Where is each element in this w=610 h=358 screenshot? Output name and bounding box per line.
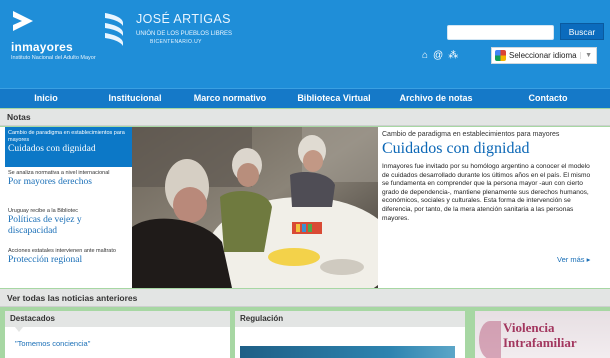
- news-item-kicker: Se analiza normativa a nivel internacion…: [8, 170, 110, 176]
- banner-figure-icon: [479, 321, 501, 358]
- banner-line-1: Violencia: [503, 320, 555, 335]
- language-select-label: Seleccionar idioma: [509, 51, 577, 60]
- feature-kicker: Cambio de paradigma en establecimientos …: [382, 131, 560, 138]
- violencia-intrafamiliar-banner[interactable]: Violencia Intrafamiliar: [475, 311, 610, 358]
- google-translate-icon: [495, 50, 506, 61]
- search-button[interactable]: Buscar: [560, 23, 604, 40]
- feature-photo[interactable]: [132, 127, 378, 288]
- page: inmayores Instituto Nacional del Adulto …: [0, 0, 610, 358]
- news-item-title[interactable]: Protección regional: [8, 255, 129, 266]
- language-select[interactable]: Seleccionar idioma ▼: [491, 47, 597, 64]
- news-item-kicker: Acciones estatales intervienen ante malt…: [8, 248, 116, 254]
- news-item[interactable]: Uruguay recibe a la Bibliotec Políticas …: [5, 205, 132, 245]
- news-item-kicker: Cambio de paradigma en establecimientos …: [8, 130, 125, 143]
- news-item-title[interactable]: Por mayores derechos: [8, 177, 129, 188]
- news-list: Cambio de paradigma en establecimientos …: [5, 127, 132, 288]
- at-icon[interactable]: @: [433, 51, 443, 61]
- chevron-down-icon: ▼: [580, 52, 596, 59]
- nav-biblioteca-virtual[interactable]: Biblioteca Virtual: [282, 89, 386, 108]
- regulacion-title-text: Regulación: [240, 314, 284, 323]
- nav-contacto[interactable]: Contacto: [486, 89, 610, 108]
- artigas-bicentenario: BICENTENARIO.UY: [150, 39, 202, 45]
- regulacion-image[interactable]: [240, 346, 455, 358]
- artigas-name: JOSÉ ARTIGAS: [136, 12, 231, 26]
- logo-subtitle: Instituto Nacional del Adulto Mayor: [11, 55, 96, 61]
- ver-mas-link[interactable]: Ver más ▸: [557, 255, 590, 264]
- news-item-kicker: Uruguay recibe a la Bibliotec: [8, 208, 79, 214]
- news-item-title[interactable]: Políticas de vejez y discapacidad: [8, 215, 129, 237]
- banner-line-2: Intrafamiliar: [503, 335, 577, 350]
- all-news-link[interactable]: Ver todas las noticias anteriores: [0, 289, 610, 307]
- destacados-item[interactable]: "Tomemos conciencia": [15, 339, 230, 348]
- artigas-tagline: UNIÓN DE LOS PUEBLOS LIBRES: [136, 31, 233, 37]
- header: inmayores Instituto Nacional del Adulto …: [0, 0, 610, 88]
- notas-section-title: Notas: [0, 109, 610, 126]
- home-icon[interactable]: ⌂: [422, 51, 428, 61]
- destacados-title: Destacados: [5, 311, 230, 332]
- inmayores-logo-icon[interactable]: [12, 10, 34, 32]
- artigas-logo-icon: [105, 13, 123, 46]
- feature-body: Inmayores fue invitado por su homólogo a…: [382, 163, 591, 222]
- regulacion-box: Regulación: [235, 311, 465, 358]
- destacados-box: Destacados "Tomemos conciencia": [5, 311, 230, 358]
- regulacion-title: Regulación: [235, 311, 465, 327]
- sitemap-icon[interactable]: ⁂: [448, 51, 458, 61]
- destacados-title-text: Destacados: [10, 314, 55, 323]
- nav-archivo-de-notas[interactable]: Archivo de notas: [386, 89, 486, 108]
- news-item[interactable]: Acciones estatales intervienen ante malt…: [5, 245, 132, 288]
- nav-marco-normativo[interactable]: Marco normativo: [178, 89, 282, 108]
- notch-arrow-icon: [5, 327, 230, 332]
- search-input[interactable]: [447, 25, 554, 40]
- main-nav: Inicio Institucional Marco normativo Bib…: [0, 88, 610, 108]
- header-icons: ⌂ @ ⁂: [422, 51, 458, 61]
- notas-band: Cambio de paradigma en establecimientos …: [0, 127, 610, 288]
- nav-institucional[interactable]: Institucional: [92, 89, 178, 108]
- news-item[interactable]: Se analiza normativa a nivel internacion…: [5, 167, 132, 205]
- news-item[interactable]: Cambio de paradigma en establecimientos …: [5, 127, 132, 167]
- news-item-title[interactable]: Cuidados con dignidad: [8, 144, 129, 155]
- logo-title[interactable]: inmayores: [11, 40, 73, 54]
- feature-title[interactable]: Cuidados con dignidad: [382, 140, 610, 158]
- nav-inicio[interactable]: Inicio: [0, 89, 92, 108]
